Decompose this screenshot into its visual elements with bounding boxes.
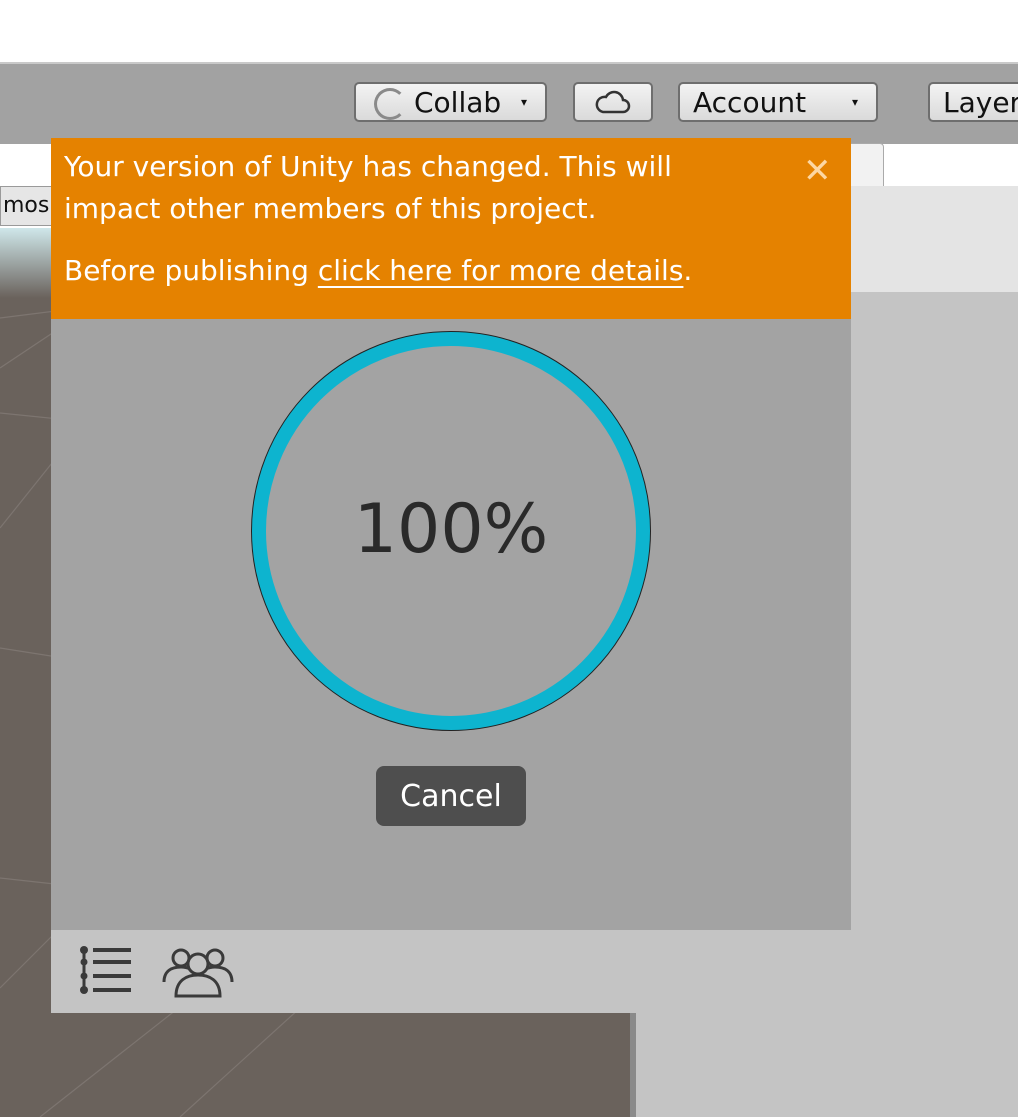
account-label: Account xyxy=(693,85,807,119)
banner-prefix: Before publishing xyxy=(64,254,318,287)
collab-button[interactable]: Collab ▾ xyxy=(354,82,547,122)
details-link[interactable]: click here for more details xyxy=(318,254,684,287)
cloud-button[interactable] xyxy=(573,82,653,122)
cloud-icon xyxy=(595,90,631,114)
banner-suffix: . xyxy=(683,254,693,287)
version-warning-banner: Your version of Unity has changed. This … xyxy=(51,138,851,319)
people-icon[interactable] xyxy=(161,944,235,998)
layers-dropdown[interactable]: Layer xyxy=(928,82,1018,122)
chevron-down-icon: ▾ xyxy=(851,95,858,109)
list-icon[interactable] xyxy=(79,946,133,996)
banner-details: Before publishing click here for more de… xyxy=(64,250,751,292)
layers-label: Layer xyxy=(943,85,1018,119)
close-icon[interactable]: ✕ xyxy=(803,150,832,192)
account-dropdown[interactable]: Account ▾ xyxy=(678,82,878,122)
loading-spinner-icon xyxy=(374,88,406,120)
top-toolbar: Collab ▾ Account ▾ Layer xyxy=(0,62,1018,144)
collab-button-label: Collab xyxy=(414,85,502,119)
inspector-header xyxy=(850,186,1018,296)
chevron-down-icon: ▾ xyxy=(520,95,527,109)
progress-percent: 100% xyxy=(353,490,549,569)
collab-panel: Your version of Unity has changed. This … xyxy=(51,138,851,1013)
banner-message: Your version of Unity has changed. This … xyxy=(64,150,672,225)
cancel-button[interactable]: Cancel xyxy=(376,766,526,826)
collab-footer xyxy=(51,930,851,1013)
